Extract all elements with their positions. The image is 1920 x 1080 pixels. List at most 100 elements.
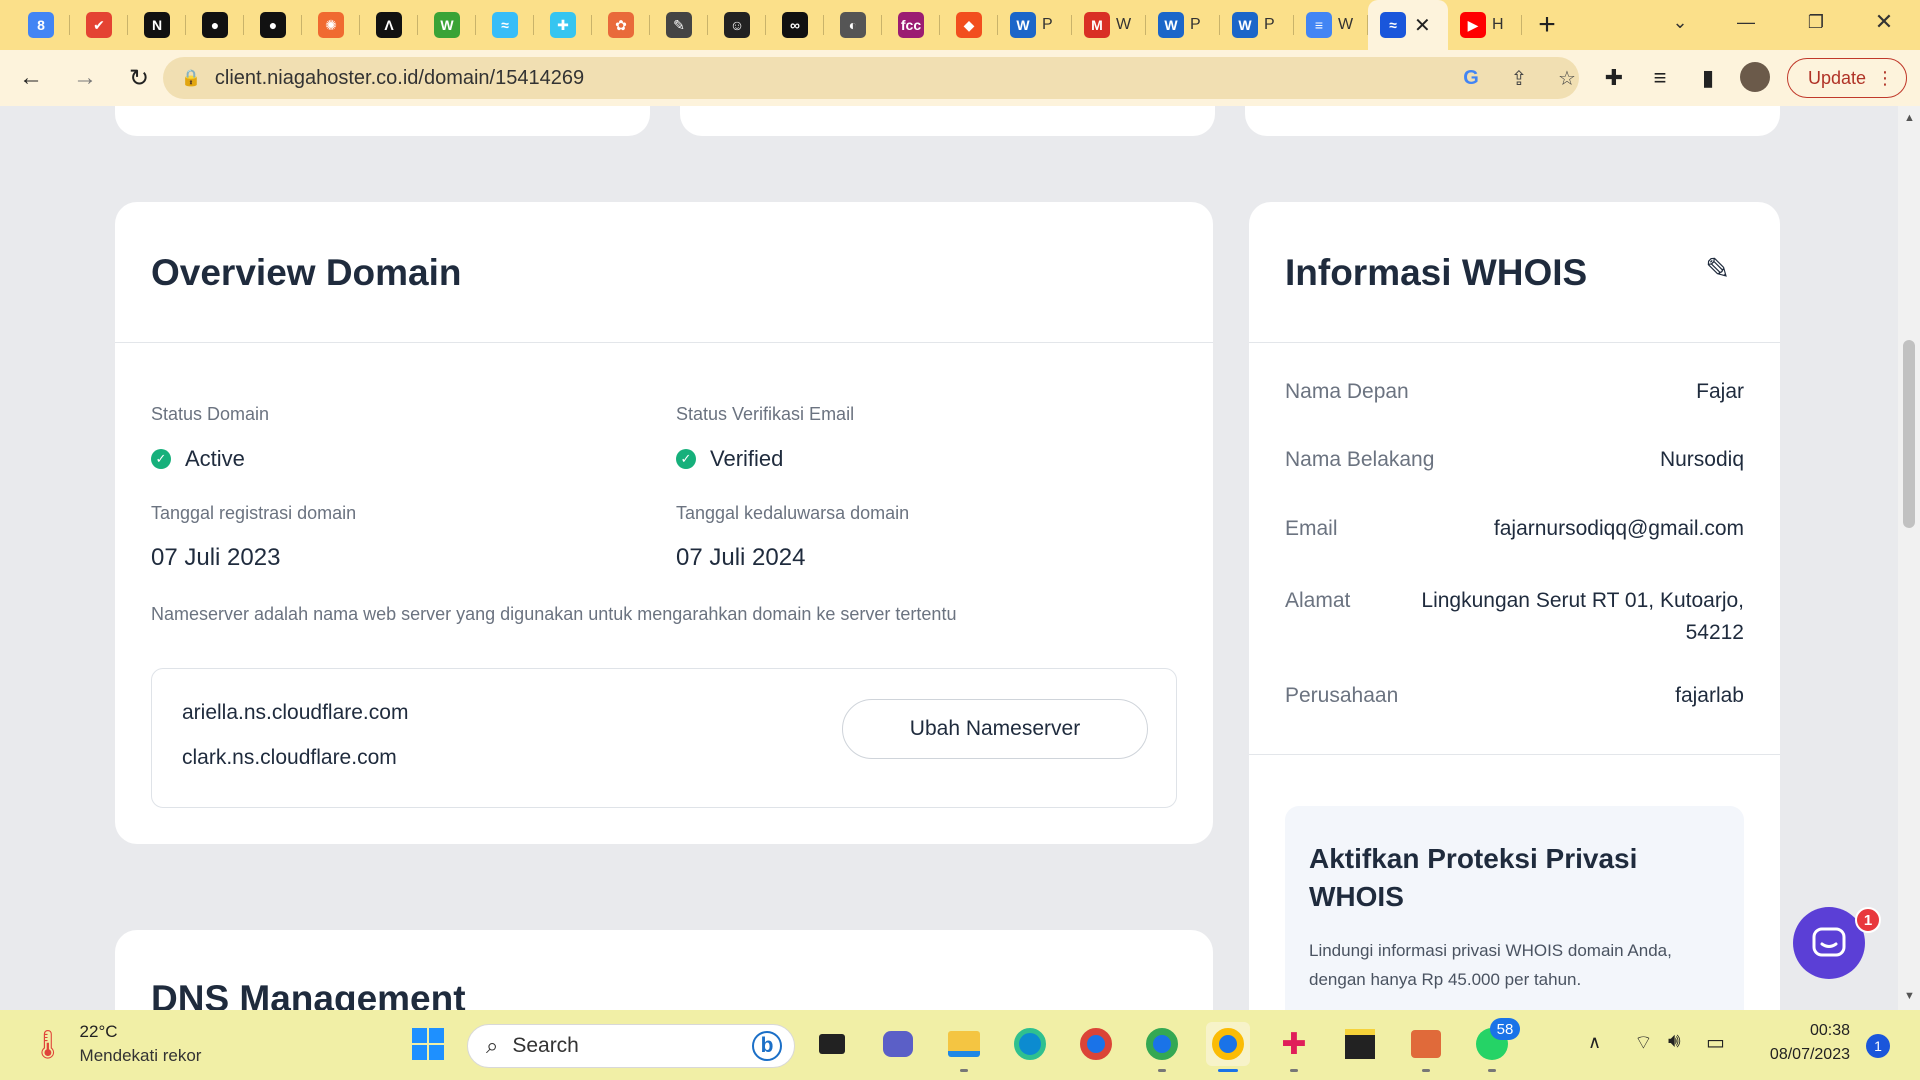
summary-card-2 [680, 106, 1215, 136]
browser-tab[interactable]: 8 [12, 0, 70, 50]
browser-tab[interactable]: ● [186, 0, 244, 50]
browser-tab[interactable]: ◆ [940, 0, 998, 50]
chrome-profile-icon[interactable] [1140, 1022, 1184, 1072]
task-view-icon[interactable] [810, 1022, 854, 1066]
browser-tab[interactable]: ✎ [650, 0, 708, 50]
browser-tab[interactable]: ✚ [534, 0, 592, 50]
nameserver-box: ariella.ns.cloudflare.com clark.ns.cloud… [151, 668, 1177, 808]
clock-time[interactable]: 00:38 [1752, 1022, 1850, 1040]
omnibox[interactable]: 🔒 client.niagahoster.co.id/domain/154142… [163, 57, 1579, 99]
wordpress-icon: W [1232, 12, 1258, 38]
tab-strip: 8 ✔ N ● ● ✺ Λ W ≈ ✚ ✿ ✎ ☺ ∞ ◐ fcc ◆ W P M W W P W P ≡ W ≈ ✕ ▶ H + [0, 0, 1920, 50]
page-viewport: Overview Domain Status Domain ✓ Active S… [0, 106, 1898, 1010]
status-email: ✓ Verified [676, 446, 783, 472]
browser-tab[interactable]: ≈ [476, 0, 534, 50]
browser-tab-active[interactable]: ≈ ✕ [1368, 0, 1448, 50]
tab-title: P [1264, 16, 1275, 33]
wordpress-icon: W [1010, 12, 1036, 38]
tab-title: H [1492, 16, 1504, 33]
browser-tab[interactable]: ∞ [766, 0, 824, 50]
todoist-icon: ✔ [86, 12, 112, 38]
wifi-icon[interactable]: ⌔ [1634, 1030, 1653, 1055]
scrollbar-thumb[interactable] [1903, 340, 1915, 528]
ai-icon: ∞ [782, 12, 808, 38]
teams-meet-icon[interactable] [876, 1022, 920, 1066]
page-scrollbar[interactable]: ▲ ▼ [1898, 106, 1920, 1010]
whois-label-company: Perusahaan [1285, 684, 1399, 707]
browser-tab[interactable]: fcc [882, 0, 940, 50]
niagahoster-icon: ≈ [1380, 12, 1406, 38]
update-button[interactable]: Update ⋮ [1787, 58, 1907, 98]
thermometer-icon: 🌡 [30, 1028, 66, 1060]
whois-value-first-name: Fajar [1696, 380, 1744, 403]
google-icon[interactable]: G [1457, 66, 1485, 90]
reload-icon[interactable]: ↻ [116, 55, 162, 101]
extensions-icon[interactable]: ✚ [1598, 62, 1630, 94]
bing-icon[interactable]: b [752, 1031, 782, 1061]
status-email-value: Verified [710, 446, 784, 471]
browser-tab[interactable]: N [128, 0, 186, 50]
start-windows-icon[interactable] [406, 1022, 450, 1066]
tab-title: P [1190, 16, 1201, 33]
close-tab-icon[interactable]: ✕ [1414, 13, 1431, 38]
browser-tab[interactable]: WP [998, 0, 1072, 50]
browser-tab[interactable]: ▶ H [1448, 0, 1522, 50]
devto-icon: Λ [376, 12, 402, 38]
restore-button[interactable]: ❐ [1780, 0, 1852, 44]
browser-tab[interactable]: W [418, 0, 476, 50]
scroll-up-icon[interactable]: ▲ [1904, 112, 1915, 124]
sticky-notes-icon[interactable] [1338, 1022, 1382, 1066]
browser-tab[interactable]: ✔ [70, 0, 128, 50]
tray-overflow-icon[interactable]: ∧ [1588, 1032, 1601, 1053]
browser-tab[interactable]: ● [244, 0, 302, 50]
chrome-active-icon[interactable] [1206, 1022, 1250, 1072]
profile-avatar[interactable] [1740, 62, 1770, 92]
summary-card-1 [115, 106, 650, 136]
media-control-icon[interactable]: ≡ [1644, 62, 1676, 94]
browser-tab[interactable]: ☺ [708, 0, 766, 50]
edge-icon[interactable] [1008, 1022, 1052, 1066]
slack-icon[interactable]: ✚ [1272, 1022, 1316, 1072]
browser-tab[interactable]: ✿ [592, 0, 650, 50]
more-menu-icon[interactable]: ⋮ [1876, 68, 1894, 89]
close-window-button[interactable]: ✕ [1848, 0, 1920, 44]
status-domain-value: Active [185, 446, 245, 471]
notification-center-badge[interactable]: 1 [1866, 1034, 1890, 1058]
back-icon[interactable]: ← [8, 55, 54, 101]
browser-tab[interactable]: Λ [360, 0, 418, 50]
minimize-button[interactable]: — [1710, 0, 1782, 44]
forward-icon[interactable]: → [62, 55, 108, 101]
tab-search-icon[interactable]: ⌄ [1644, 0, 1716, 44]
browser-tab[interactable]: WP [1146, 0, 1220, 50]
chrome-icon[interactable] [1074, 1022, 1118, 1066]
whois-value-email: fajarnursodiqq@gmail.com [1493, 517, 1744, 540]
whois-label-last-name: Nama Belakang [1285, 448, 1435, 471]
whois-label-email: Email [1285, 517, 1338, 540]
side-panel-icon[interactable]: ▮ [1692, 62, 1724, 94]
clock-date[interactable]: 08/07/2023 [1752, 1046, 1850, 1064]
edit-pencil-icon[interactable]: ✎ [1705, 252, 1730, 287]
volume-icon[interactable]: 🔊︎ [1668, 1030, 1681, 1053]
browser-tab[interactable]: WP [1220, 0, 1294, 50]
summary-card-3 [1245, 106, 1780, 136]
windows-taskbar: 🌡 22°C Mendekati rekor ⌕ Search b ✚ 58 ∧… [0, 1010, 1920, 1080]
browser-tab[interactable]: MW [1072, 0, 1146, 50]
taskbar-search[interactable]: ⌕ Search b [467, 1024, 795, 1068]
browser-tab[interactable]: ≡ W [1294, 0, 1368, 50]
browser-tab[interactable]: ◐ [824, 0, 882, 50]
battery-icon[interactable]: ▭ [1706, 1030, 1725, 1055]
openai-icon: ✿ [608, 12, 634, 38]
browser-tab[interactable]: ✺ [302, 0, 360, 50]
scroll-down-icon[interactable]: ▼ [1904, 990, 1915, 1002]
bookmark-star-icon[interactable]: ☆ [1553, 66, 1581, 90]
gmail-icon: M [1084, 12, 1110, 38]
file-explorer-icon[interactable] [942, 1022, 986, 1072]
share-icon[interactable]: ⇪ [1505, 66, 1533, 90]
whois-privacy-promo: Aktifkan Proteksi Privasi WHOIS Lindungi… [1285, 806, 1744, 1010]
freecodecamp-icon: fcc [898, 12, 924, 38]
pwa-app-icon[interactable] [1404, 1022, 1448, 1072]
change-nameserver-button[interactable]: Ubah Nameserver [842, 699, 1148, 759]
weather-widget[interactable]: 🌡 22°C Mendekati rekor [30, 1022, 201, 1066]
new-tab-button[interactable]: + [1522, 0, 1572, 50]
url-text[interactable]: client.niagahoster.co.id/domain/15414269 [215, 67, 584, 90]
